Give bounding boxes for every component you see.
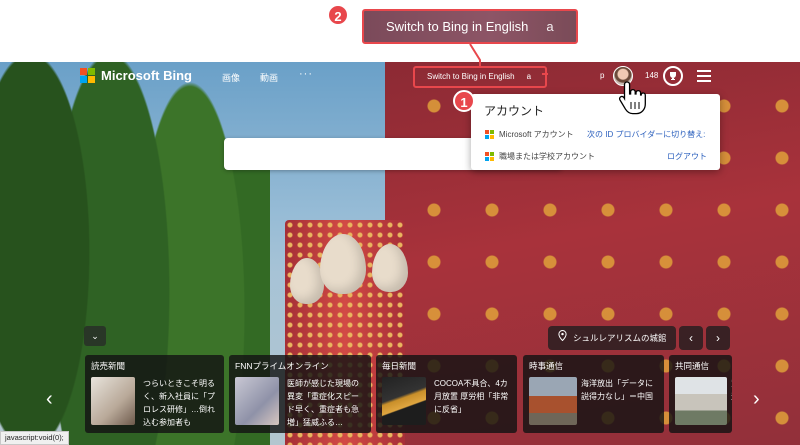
work-account-row: 職場または学校アカウント [485, 149, 595, 163]
switch-language-label: Switch to Bing in English [427, 72, 515, 81]
switch-provider-link[interactable]: 次の ID プロバイダーに切り替え: [587, 129, 705, 140]
news-card[interactable]: 時事通信 海洋放出「データに説得力なし」＝中国 [523, 355, 664, 433]
chevron-down-icon[interactable]: ⌄ [84, 326, 106, 346]
news-thumbnail [675, 377, 727, 425]
brand-label: Microsoft Bing [101, 68, 192, 83]
nav-link-videos[interactable]: 動画 [260, 71, 278, 84]
browser-status-bar: javascript:void(0); [0, 431, 69, 445]
news-next-chevron-icon[interactable]: › [753, 388, 760, 411]
microsoft-account-row: Microsoft アカウント [485, 127, 574, 141]
location-pin-icon [558, 326, 567, 350]
chevron-left-icon[interactable]: ‹ [679, 326, 703, 350]
microsoft-logo-icon [485, 129, 494, 139]
news-thumbnail [235, 377, 279, 425]
news-source: 読売新聞 [91, 361, 126, 371]
trophy-icon[interactable] [663, 66, 683, 86]
switch-language-tail: a [526, 72, 532, 81]
news-card[interactable]: FNNプライムオンライン 医師が感じた現場の異変「重症化スピード早く、重症者も急… [229, 355, 371, 433]
bing-logo[interactable]: Microsoft Bing [80, 68, 192, 83]
news-headline: COCOA不具合、4カ月放置 厚労相「非常に反省」 [434, 379, 509, 414]
rewards-points[interactable]: 148 [645, 71, 658, 80]
news-card[interactable]: 毎日新聞 COCOA不具合、4カ月放置 厚労相「非常に反省」 [376, 355, 517, 433]
news-source: FNNプライムオンライン [235, 361, 329, 371]
news-headline: 海洋放出「データに説得力なし」＝中国 [581, 379, 653, 401]
zoom-callout-label: Switch to Bing in English [386, 19, 529, 34]
top-nav-bar: Microsoft Bing 画像 動画 ··· Switch to Bing … [0, 62, 800, 92]
microsoft-logo-icon [80, 68, 95, 83]
hand-cursor-icon [618, 81, 646, 115]
news-headline: つらいときこそ明るく、新入社員に「プロレス研修」…倒れ込む参加者も [143, 379, 215, 427]
hamburger-menu-icon[interactable] [697, 70, 711, 82]
logout-link[interactable]: ログアウト [667, 151, 707, 162]
news-source: 毎日新聞 [382, 361, 417, 371]
news-card[interactable]: 読売新聞 つらいときこそ明るく、新入社員に「プロレス研修」…倒れ込む参加者も [85, 355, 224, 433]
news-headline: 医師が感じた現場の異変「重症化スピード早く、重症者も急増」猛威ふる… [287, 379, 359, 427]
chevron-right-icon[interactable]: › [706, 326, 730, 350]
microsoft-logo-icon [485, 151, 494, 161]
more-options-icon[interactable]: ··· [299, 68, 313, 80]
zoom-callout-tail: a [546, 19, 554, 34]
news-source: 共同通信 [675, 361, 710, 371]
work-account-label: 職場または学校アカウント [499, 151, 595, 161]
zoomed-switch-language-callout: Switch to Bing in English a [362, 9, 578, 44]
news-thumbnail [91, 377, 135, 425]
account-dropdown-panel: アカウント Microsoft アカウント 次の ID プロバイダーに切り替え:… [471, 94, 720, 170]
image-location-label: シュルレアリスムの城館 [573, 333, 667, 343]
news-prev-chevron-icon[interactable]: ‹ [46, 388, 53, 411]
news-thumbnail [529, 377, 577, 425]
news-thumbnail [382, 377, 426, 425]
step-badge-1: 1 [453, 90, 475, 112]
news-source: 時事通信 [529, 361, 564, 371]
user-name-initial[interactable]: p [600, 71, 604, 80]
switch-language-link[interactable]: Switch to Bing in English a [413, 66, 547, 88]
nav-link-images[interactable]: 画像 [222, 71, 240, 84]
news-card[interactable]: 共同通信 览 天 [669, 355, 732, 433]
step-badge-2: 2 [327, 4, 349, 26]
image-location-button[interactable]: シュルレアリスムの城館 [548, 326, 676, 350]
account-panel-title: アカウント [484, 104, 545, 118]
microsoft-account-label: Microsoft アカウント [499, 129, 574, 139]
